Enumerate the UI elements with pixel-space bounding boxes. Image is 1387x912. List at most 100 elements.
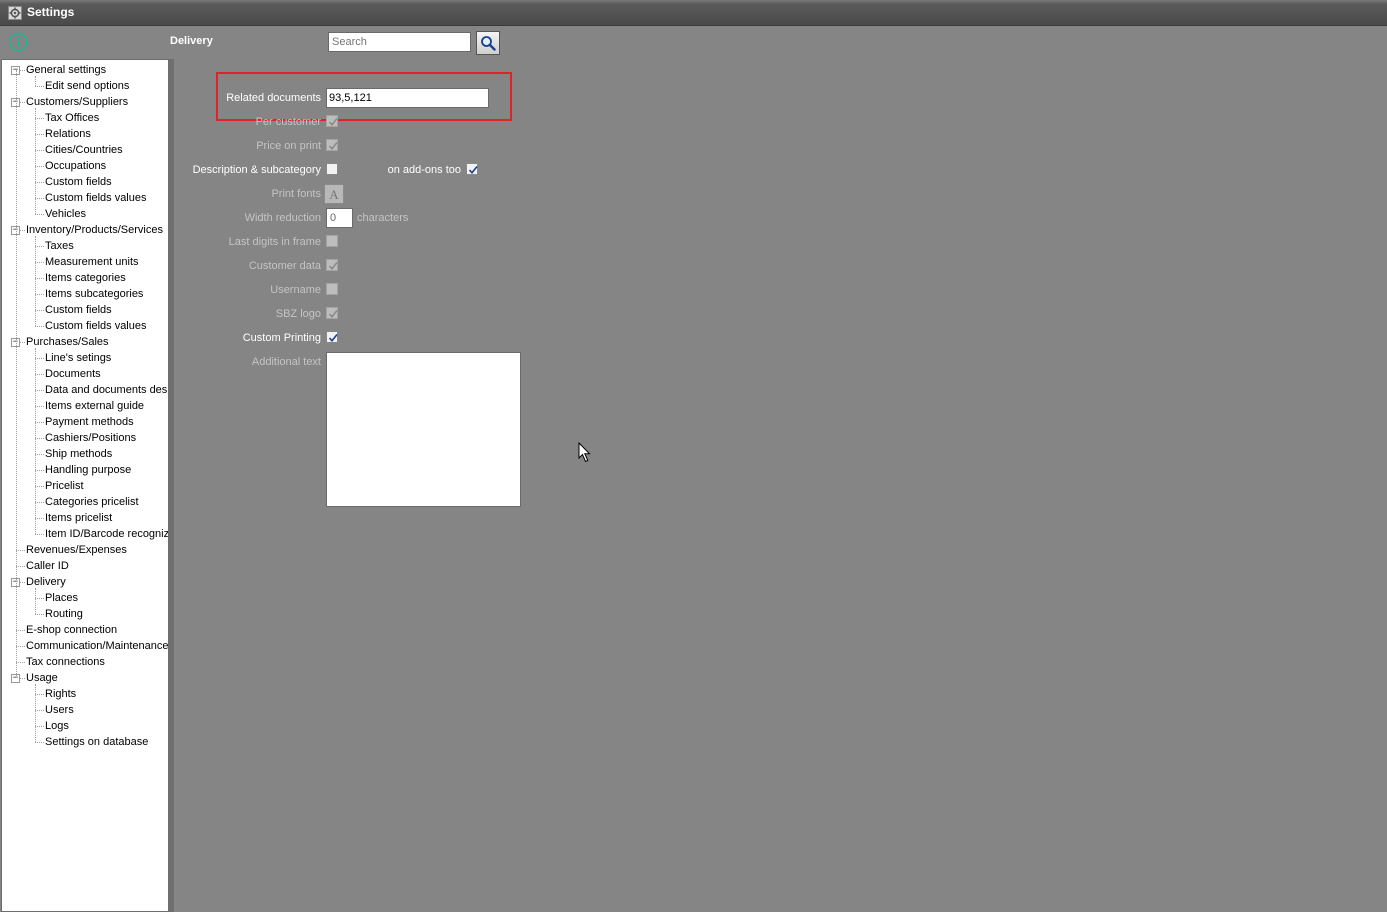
tree-item[interactable]: Usage	[26, 670, 58, 686]
tree-item[interactable]: Pricelist	[45, 478, 84, 494]
tree-item[interactable]: Vehicles	[45, 206, 86, 222]
last-digits-checkbox[interactable]	[326, 235, 338, 247]
tree-connector	[35, 182, 44, 183]
tree-connector	[35, 438, 44, 439]
tree-connector	[35, 684, 36, 742]
tree-item[interactable]: Users	[45, 702, 74, 718]
tree-item[interactable]: Routing	[45, 606, 83, 622]
tree-item[interactable]: Edit send options	[45, 78, 129, 94]
search-icon	[481, 36, 496, 51]
tree-item[interactable]: Places	[45, 590, 78, 606]
checkmark-icon	[328, 118, 338, 127]
tree-item[interactable]: Items external guide	[45, 398, 144, 414]
info-icon[interactable]	[8, 32, 28, 52]
tree-item[interactable]: Custom fields	[45, 174, 112, 190]
tree-item[interactable]: Cashiers/Positions	[45, 430, 136, 446]
search-input[interactable]	[328, 32, 471, 52]
sbz-logo-label: SBZ logo	[275, 308, 321, 320]
font-icon: A	[329, 186, 339, 202]
tree-connector	[35, 76, 36, 86]
print-fonts-button[interactable]: A	[324, 184, 344, 204]
tree-item[interactable]: Tax Offices	[45, 110, 99, 126]
tree-connector	[35, 742, 44, 743]
tree-connector	[35, 198, 44, 199]
tree-item[interactable]: Caller ID	[26, 558, 69, 574]
price-on-print-checkbox[interactable]	[326, 139, 338, 151]
tree-connector	[35, 726, 44, 727]
checkmark-icon	[328, 334, 338, 343]
width-reduction-input[interactable]	[326, 208, 353, 228]
tree-connector	[16, 566, 25, 567]
tree-connector	[35, 310, 44, 311]
tree-connector	[35, 214, 44, 215]
additional-text-label: Additional text	[251, 356, 321, 368]
tree-connector	[35, 374, 44, 375]
sbz-logo-checkbox[interactable]	[326, 307, 338, 319]
section-title: Delivery	[170, 35, 213, 47]
tree-connector	[35, 236, 36, 326]
tree-item[interactable]: Items pricelist	[45, 510, 112, 526]
price-on-print-label: Price on print	[256, 140, 321, 152]
additional-text-area[interactable]	[326, 352, 521, 507]
tree-item[interactable]: Documents	[45, 366, 101, 382]
tree-item[interactable]: Rights	[45, 686, 76, 702]
tree-item[interactable]: Purchases/Sales	[26, 334, 109, 350]
custom-printing-label: Custom Printing	[242, 332, 321, 344]
tree-item[interactable]: Occupations	[45, 158, 106, 174]
tree-connector	[35, 486, 44, 487]
tree-item[interactable]: Line's setings	[45, 350, 111, 366]
customer-data-checkbox[interactable]	[326, 259, 338, 271]
tree-connector	[35, 390, 44, 391]
tree-item[interactable]: Taxes	[45, 238, 74, 254]
related-documents-input[interactable]	[326, 88, 489, 108]
checkmark-icon	[328, 262, 338, 271]
tree-connector	[35, 518, 44, 519]
tree-item[interactable]: Settings on database	[45, 734, 148, 750]
tree-connector	[35, 262, 44, 263]
tree-item[interactable]: Items categories	[45, 270, 126, 286]
tree-item[interactable]: Relations	[45, 126, 91, 142]
tree-item[interactable]: Cities/Countries	[45, 142, 123, 158]
tree-connector	[35, 134, 44, 135]
tree-item[interactable]: Payment methods	[45, 414, 134, 430]
width-reduction-label: Width reduction	[244, 212, 321, 224]
tree-item[interactable]: Delivery	[26, 574, 66, 590]
tree-connector	[16, 646, 25, 647]
on-addons-too-checkbox[interactable]	[466, 163, 478, 175]
tree-item[interactable]: Communication/Maintenance	[26, 638, 168, 654]
checkmark-icon	[468, 166, 478, 175]
tree-connector	[35, 502, 44, 503]
tree-connector	[35, 294, 44, 295]
tree-connector	[35, 326, 44, 327]
tree-connector	[35, 150, 44, 151]
tree-item[interactable]: Ship methods	[45, 446, 112, 462]
tree-item[interactable]: Data and documents desi	[45, 382, 168, 398]
tree-splitter[interactable]	[169, 59, 174, 912]
custom-printing-checkbox[interactable]	[326, 331, 338, 343]
tree-connector	[35, 470, 44, 471]
tree-item[interactable]: Tax connections	[26, 654, 105, 670]
tree-item[interactable]: E-shop connection	[26, 622, 117, 638]
tree-item[interactable]: General settings	[26, 62, 106, 78]
tree-connector	[35, 598, 44, 599]
related-documents-label: Related documents	[226, 92, 321, 104]
tree-connector	[35, 406, 44, 407]
settings-tree[interactable]: General settings − Edit send options Custom…	[1, 59, 169, 912]
tree-connector	[35, 534, 44, 535]
tree-item[interactable]: Item ID/Barcode recognize	[45, 526, 168, 542]
tree-item[interactable]: Logs	[45, 718, 69, 734]
tree-connector	[35, 422, 44, 423]
tree-item[interactable]: Custom fields	[45, 302, 112, 318]
gear-icon	[8, 6, 22, 20]
tree-item[interactable]: Handling purpose	[45, 462, 131, 478]
tree-item[interactable]: Categories pricelist	[45, 494, 139, 510]
tree-connector	[35, 614, 44, 615]
width-reduction-unit: characters	[357, 212, 409, 224]
username-checkbox[interactable]	[326, 283, 338, 295]
on-addons-too-label: on add-ons too	[387, 164, 461, 176]
tree-item[interactable]: Customers/Suppliers	[26, 94, 128, 110]
tree-item[interactable]: Revenues/Expenses	[26, 542, 127, 558]
per-customer-checkbox[interactable]	[326, 115, 338, 127]
tree-connector	[35, 118, 44, 119]
search-button[interactable]	[476, 31, 500, 55]
